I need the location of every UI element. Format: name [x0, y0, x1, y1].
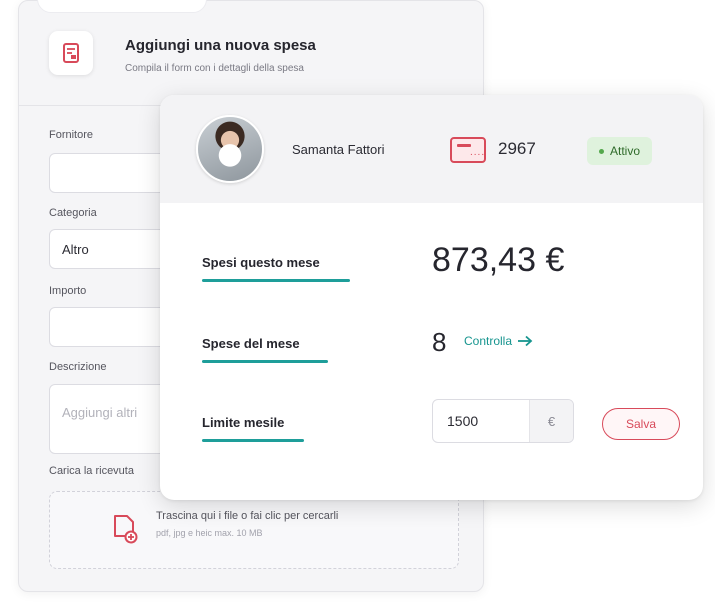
top-tab-decoration — [37, 0, 207, 13]
description-placeholder: Aggiungi altri — [62, 405, 138, 420]
spent-label-underline — [202, 279, 350, 282]
description-label: Descrizione — [49, 361, 107, 373]
spent-this-month-value: 873,43 € — [432, 241, 565, 279]
card-number: 2967 — [498, 139, 536, 158]
monthly-limit-label: Limite mesile — [202, 415, 285, 430]
supplier-label: Fornitore — [49, 129, 94, 141]
expenses-label-underline — [202, 360, 328, 363]
monthly-expenses-count: 8 — [432, 327, 447, 357]
check-link-label: Controlla — [464, 334, 513, 348]
receipt-dropzone[interactable]: Trascina qui i file o fai clic per cerca… — [49, 491, 459, 569]
status-text: Attivo — [610, 144, 641, 158]
currency-addon: € — [529, 400, 573, 442]
form-subtitle: Compila il form con i dettagli della spe… — [125, 63, 304, 74]
check-expenses-link[interactable]: Controlla — [464, 334, 533, 348]
category-label: Categoria — [49, 207, 97, 219]
monthly-expenses-label: Spese del mese — [202, 336, 300, 351]
amount-label: Importo — [49, 285, 87, 297]
status-badge: Attivo — [587, 137, 653, 165]
monthly-limit-value: 1500 — [447, 413, 479, 429]
spending-summary-card: Samanta Fattori 2967 Attivo Spesi questo… — [160, 95, 703, 500]
save-button[interactable]: Salva — [602, 408, 680, 440]
spent-this-month-label: Spesi questo mese — [202, 255, 320, 270]
user-name: Samanta Fattori — [292, 142, 385, 157]
upload-format-hint: pdf, jpg e heic max. 10 MB — [156, 528, 263, 538]
credit-card-icon — [450, 137, 486, 163]
receipt-label: Carica la ricevuta — [49, 465, 134, 477]
avatar — [196, 115, 264, 183]
card-header: Samanta Fattori 2967 Attivo — [160, 95, 703, 203]
form-header: Aggiungi una nuova spesa Compila il form… — [49, 31, 469, 91]
file-upload-icon — [112, 514, 138, 544]
category-value: Altro — [62, 241, 89, 257]
arrow-right-icon — [518, 335, 533, 347]
monthly-limit-input[interactable]: 1500 € — [432, 399, 574, 443]
status-dot-icon — [599, 148, 604, 154]
receipt-icon — [49, 31, 93, 75]
limit-label-underline — [202, 439, 304, 442]
upload-instructions: Trascina qui i file o fai clic per cerca… — [156, 510, 339, 522]
form-title: Aggiungi una nuova spesa — [125, 37, 316, 54]
